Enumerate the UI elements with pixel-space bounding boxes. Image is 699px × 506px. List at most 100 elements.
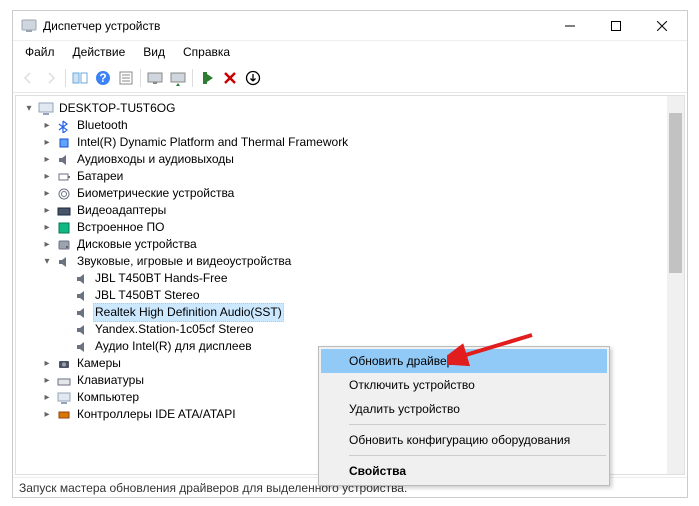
chip-icon	[56, 135, 72, 151]
toolbar-separator	[65, 69, 66, 87]
collapse-icon[interactable]: ▾	[40, 255, 54, 269]
uninstall-device-button[interactable]	[219, 67, 241, 89]
node-label: Дисковые устройства	[75, 236, 199, 253]
properties-button[interactable]	[115, 67, 137, 89]
speaker-icon	[74, 271, 90, 287]
window-controls	[547, 11, 685, 40]
maximize-button[interactable]	[593, 11, 639, 40]
speaker-icon	[56, 152, 72, 168]
tree-category-audio-io[interactable]: ▸ Аудиовходы и аудиовыходы	[18, 151, 682, 168]
bluetooth-icon	[56, 118, 72, 134]
expand-icon[interactable]: ▸	[40, 357, 54, 371]
tree-device-jbl-stereo[interactable]: JBL T450BT Stereo	[18, 287, 682, 304]
battery-icon	[56, 169, 72, 185]
ctx-update-driver[interactable]: Обновить драйвер	[321, 349, 607, 373]
computer-icon	[56, 390, 72, 406]
expand-icon[interactable]: ▸	[40, 238, 54, 252]
menu-action[interactable]: Действие	[65, 43, 134, 61]
tree-device-realtek[interactable]: Realtek High Definition Audio(SST)	[18, 304, 682, 321]
expand-icon[interactable]: ▸	[40, 204, 54, 218]
expand-icon[interactable]: ▸	[40, 119, 54, 133]
toolbar-separator	[192, 69, 193, 87]
context-menu: Обновить драйвер Отключить устройство Уд…	[318, 346, 610, 486]
expand-icon[interactable]: ▸	[40, 170, 54, 184]
help-button[interactable]: ?	[92, 67, 114, 89]
scan-hardware-button[interactable]	[144, 67, 166, 89]
tree-category-firmware[interactable]: ▸ Встроенное ПО	[18, 219, 682, 236]
vertical-scrollbar[interactable]	[667, 96, 684, 474]
show-hide-tree-button[interactable]	[69, 67, 91, 89]
node-label: Аудиовходы и аудиовыходы	[75, 151, 236, 168]
tree-category-video-adapters[interactable]: ▸ Видеоадаптеры	[18, 202, 682, 219]
node-label: Камеры	[75, 355, 123, 372]
keyboard-icon	[56, 373, 72, 389]
expand-icon[interactable]: ▸	[40, 408, 54, 422]
tree-category-sound-game-video[interactable]: ▾ Звуковые, игровые и видеоустройства	[18, 253, 682, 270]
close-button[interactable]	[639, 11, 685, 40]
tree-root[interactable]: ▾ DESKTOP-TU5T6OG	[18, 100, 682, 117]
node-label: Встроенное ПО	[75, 219, 166, 236]
node-label: Клавиатуры	[75, 372, 146, 389]
controller-icon	[56, 407, 72, 423]
toolbar: ?	[13, 63, 687, 93]
node-label: Аудио Intel(R) для дисплеев	[93, 338, 254, 355]
tree-category-batteries[interactable]: ▸ Батареи	[18, 168, 682, 185]
node-label: DESKTOP-TU5T6OG	[57, 100, 177, 117]
node-label: Intel(R) Dynamic Platform and Thermal Fr…	[75, 134, 350, 151]
node-label: JBL T450BT Hands-Free	[93, 270, 230, 287]
menu-help[interactable]: Справка	[175, 43, 238, 61]
ctx-remove-device[interactable]: Удалить устройство	[321, 397, 607, 421]
node-label: JBL T450BT Stereo	[93, 287, 202, 304]
speaker-icon	[74, 322, 90, 338]
scrollbar-thumb[interactable]	[669, 113, 682, 273]
node-label: Yandex.Station-1c05cf Stereo	[93, 321, 256, 338]
speaker-icon	[56, 254, 72, 270]
tree-category-disk-drives[interactable]: ▸ Дисковые устройства	[18, 236, 682, 253]
menu-view[interactable]: Вид	[135, 43, 173, 61]
expand-icon[interactable]: ▸	[40, 187, 54, 201]
node-label: Компьютер	[75, 389, 141, 406]
firmware-icon	[56, 220, 72, 236]
tree-device-jbl-handsfree[interactable]: JBL T450BT Hands-Free	[18, 270, 682, 287]
menu-file[interactable]: Файл	[17, 43, 63, 61]
titlebar: Диспетчер устройств	[13, 11, 687, 41]
node-label: Контроллеры IDE ATA/ATAPI	[75, 406, 238, 423]
collapse-icon[interactable]: ▾	[22, 102, 36, 116]
tree-device-yandex-station[interactable]: Yandex.Station-1c05cf Stereo	[18, 321, 682, 338]
ctx-properties[interactable]: Свойства	[321, 459, 607, 483]
update-driver-button[interactable]	[167, 67, 189, 89]
expand-icon[interactable]: ▸	[40, 136, 54, 150]
forward-button[interactable]	[40, 67, 62, 89]
node-label: Звуковые, игровые и видеоустройства	[75, 253, 293, 270]
minimize-button[interactable]	[547, 11, 593, 40]
expand-icon[interactable]: ▸	[40, 374, 54, 388]
node-label: Батареи	[75, 168, 125, 185]
ctx-separator	[349, 455, 606, 456]
tree-category-intel-dptf[interactable]: ▸ Intel(R) Dynamic Platform and Thermal …	[18, 134, 682, 151]
ctx-separator	[349, 424, 606, 425]
speaker-icon	[74, 339, 90, 355]
node-label: Видеоадаптеры	[75, 202, 168, 219]
expand-icon[interactable]: ▸	[40, 221, 54, 235]
svg-text:?: ?	[99, 71, 106, 85]
expand-icon[interactable]: ▸	[40, 153, 54, 167]
node-label: Bluetooth	[75, 117, 130, 134]
enable-device-button[interactable]	[196, 67, 218, 89]
fingerprint-icon	[56, 186, 72, 202]
tree-category-bluetooth[interactable]: ▸ Bluetooth	[18, 117, 682, 134]
expand-icon[interactable]: ▸	[40, 391, 54, 405]
ctx-disable-device[interactable]: Отключить устройство	[321, 373, 607, 397]
camera-icon	[56, 356, 72, 372]
ctx-scan-hardware[interactable]: Обновить конфигурацию оборудования	[321, 428, 607, 452]
speaker-icon	[74, 305, 90, 321]
toolbar-separator	[140, 69, 141, 87]
disable-device-button[interactable]	[242, 67, 264, 89]
window-title: Диспетчер устройств	[43, 19, 547, 33]
app-icon	[21, 18, 37, 34]
back-button[interactable]	[17, 67, 39, 89]
display-adapter-icon	[56, 203, 72, 219]
menubar: Файл Действие Вид Справка	[13, 41, 687, 63]
disk-icon	[56, 237, 72, 253]
tree-category-biometric[interactable]: ▸ Биометрические устройства	[18, 185, 682, 202]
computer-icon	[38, 101, 54, 117]
